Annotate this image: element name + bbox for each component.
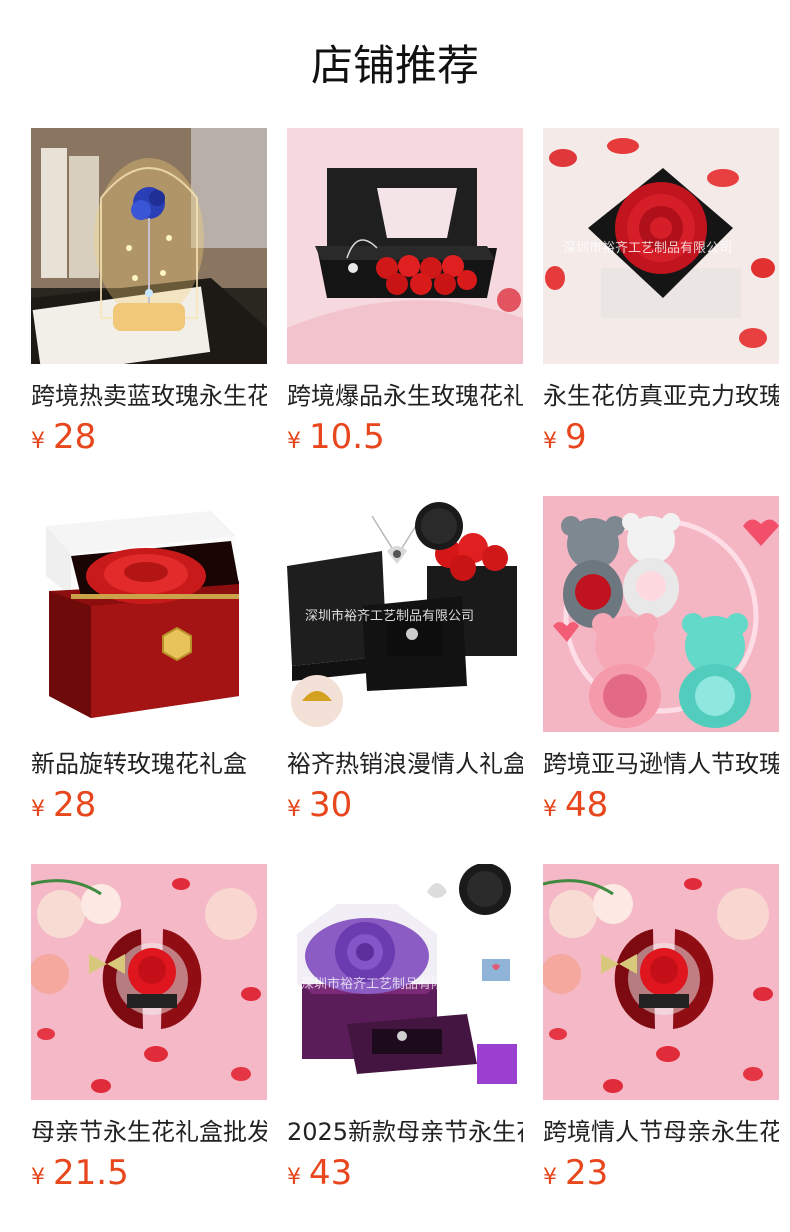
currency-symbol: ¥ xyxy=(287,429,301,454)
product-price: ¥10.5 xyxy=(287,415,385,459)
price-value: 28 xyxy=(53,785,97,825)
product-name[interactable]: 跨境情人节母亲永生花 xyxy=(543,1112,779,1152)
price-value: 23 xyxy=(565,1153,609,1193)
product-image-blue-rose[interactable] xyxy=(31,128,267,364)
product-price: ¥48 xyxy=(543,783,608,827)
product-name[interactable]: 母亲节永生花礼盒批发 xyxy=(31,1112,267,1152)
product-name[interactable]: 裕齐热销浪漫情人礼盒 xyxy=(287,744,523,784)
product-image-black-box-roses[interactable] xyxy=(287,128,523,364)
product-price: ¥28 xyxy=(31,783,96,827)
price-value: 30 xyxy=(309,785,353,825)
product-card[interactable]: 跨境热卖蓝玫瑰永生花 ¥28 xyxy=(31,128,267,458)
product-price: ¥9 xyxy=(543,415,587,459)
currency-symbol: ¥ xyxy=(543,429,557,454)
product-card[interactable]: 深圳市裕齐工艺制品有限公司 裕齐热销浪漫情人礼盒 ¥30 xyxy=(287,496,523,826)
product-name[interactable]: 跨境热卖蓝玫瑰永生花 xyxy=(31,376,267,416)
product-price: ¥30 xyxy=(287,783,352,827)
product-name[interactable]: 永生花仿真亚克力玫瑰 xyxy=(543,376,779,416)
price-value: 10.5 xyxy=(309,417,385,457)
product-card[interactable]: 深圳市裕齐工艺制品有限公司 2025新款母亲节永生花 ¥43 xyxy=(287,864,523,1194)
price-value: 9 xyxy=(565,417,587,457)
product-image-apple-rose-box[interactable] xyxy=(543,864,779,1100)
product-card[interactable]: 跨境亚马逊情人节玫瑰熊 ¥48 xyxy=(543,496,779,826)
watermark-text: 深圳市裕齐工艺制品有限公司 xyxy=(305,608,474,624)
product-price: ¥23 xyxy=(543,1151,608,1195)
currency-symbol: ¥ xyxy=(31,429,45,454)
product-card[interactable]: 母亲节永生花礼盒批发 ¥21.5 xyxy=(31,864,267,1194)
product-price: ¥21.5 xyxy=(31,1151,129,1195)
price-value: 28 xyxy=(53,417,97,457)
price-value: 43 xyxy=(309,1153,353,1193)
product-price: ¥43 xyxy=(287,1151,352,1195)
product-price: ¥28 xyxy=(31,415,96,459)
watermark-text: 深圳市裕齐工艺制品有限公司 xyxy=(563,240,732,256)
product-card[interactable]: 跨境情人节母亲永生花 ¥23 xyxy=(543,864,779,1194)
section-title: 店铺推荐 xyxy=(310,41,479,90)
price-value: 21.5 xyxy=(53,1153,129,1193)
currency-symbol: ¥ xyxy=(287,1165,301,1190)
currency-symbol: ¥ xyxy=(287,797,301,822)
product-name[interactable]: 跨境爆品永生玫瑰花礼盒 xyxy=(287,376,523,416)
currency-symbol: ¥ xyxy=(543,1165,557,1190)
product-image-purple-rose-box[interactable]: 深圳市裕齐工艺制品有限公司 xyxy=(287,864,523,1100)
product-name[interactable]: 跨境亚马逊情人节玫瑰熊 xyxy=(543,744,779,784)
product-image-teddy-bears[interactable] xyxy=(543,496,779,732)
price-value: 48 xyxy=(565,785,609,825)
product-image-black-gift-boxes[interactable]: 深圳市裕齐工艺制品有限公司 xyxy=(287,496,523,732)
product-name[interactable]: 2025新款母亲节永生花 xyxy=(287,1112,523,1152)
product-image-apple-rose-box[interactable] xyxy=(31,864,267,1100)
currency-symbol: ¥ xyxy=(543,797,557,822)
product-image-rotating-rose[interactable] xyxy=(31,496,267,732)
product-card[interactable]: 深圳市裕齐工艺制品有限公司 永生花仿真亚克力玫瑰 ¥9 xyxy=(543,128,779,458)
currency-symbol: ¥ xyxy=(31,797,45,822)
currency-symbol: ¥ xyxy=(31,1165,45,1190)
product-image-acrylic-rose[interactable]: 深圳市裕齐工艺制品有限公司 xyxy=(543,128,779,364)
product-card[interactable]: 新品旋转玫瑰花礼盒 ¥28 xyxy=(31,496,267,826)
product-name[interactable]: 新品旋转玫瑰花礼盒 xyxy=(31,744,267,784)
product-card[interactable]: 跨境爆品永生玫瑰花礼盒 ¥10.5 xyxy=(287,128,523,458)
watermark-text: 深圳市裕齐工艺制品有限公司 xyxy=(301,976,470,992)
